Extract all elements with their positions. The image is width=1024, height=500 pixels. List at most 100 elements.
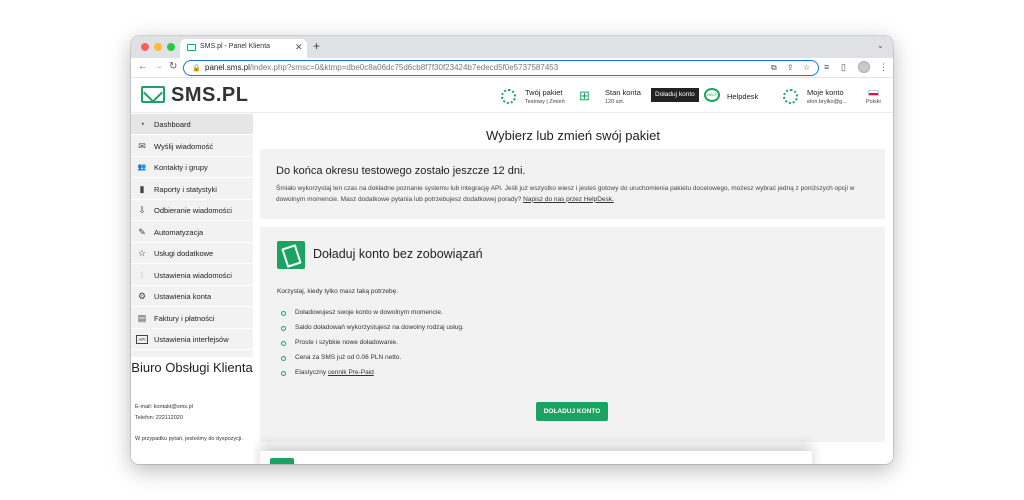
sidebar-item-label: Faktury i płatności: [154, 313, 215, 323]
site-logo[interactable]: SMS.PL: [171, 84, 248, 107]
api-icon: API: [136, 335, 148, 344]
sidebar-item-message-settings[interactable]: ⫶ Ustawienia wiadomości: [131, 265, 253, 286]
sidebar-item-send[interactable]: ✉ Wyślij wiadomość: [131, 136, 253, 157]
feature-item: Proste i szybkie nowe doładowanie.: [295, 339, 398, 346]
customer-service-box: Biuro Obsługi Klienta E-mail: kontakt@sm…: [131, 357, 253, 464]
stage: SMS.pl - Panel Klienta ✕ + ⌄ ← → ↻ 🔒 pan…: [0, 0, 1024, 500]
url-host: panel.sms.pl: [205, 63, 250, 72]
translate-icon[interactable]: ⧉: [771, 63, 777, 73]
url-text: panel.sms.pl/index.php?smsc=0&ktmp=dbe0c…: [205, 63, 558, 72]
envelope-logo-icon: [141, 86, 165, 103]
reload-icon[interactable]: ↻: [169, 61, 177, 72]
gauge-icon: ◔: [139, 119, 145, 129]
site-header: SMS.PL Twój pakiet Testowy | Zmień ⊞ Sta…: [131, 79, 893, 113]
card-lead: Korzystaj, kiedy tylko masz taką potrzeb…: [277, 288, 399, 295]
sidebar-item-label: Ustawienia interfejsów: [154, 335, 229, 344]
trial-title: Do końca okresu testowego zostało jeszcz…: [276, 165, 526, 177]
new-tab-icon[interactable]: +: [313, 39, 320, 53]
package-label: Twój pakiet: [525, 88, 563, 97]
share-icon[interactable]: ⇪: [787, 63, 794, 72]
topup-account-button[interactable]: DOŁADUJ KONTO: [536, 402, 608, 421]
card-title: Doładuj konto bez zobowiązań: [313, 247, 483, 261]
sidebar-item-extra-services[interactable]: ☆ Usługi dodatkowe: [131, 243, 253, 264]
maximize-window-button[interactable]: [167, 43, 175, 51]
sidebar-item-label: Kontakty i grupy: [154, 163, 208, 172]
envelope-favicon-icon: [187, 44, 196, 51]
download-icon: ⇩: [138, 205, 146, 215]
browser-tab[interactable]: SMS.pl - Panel Klienta ✕: [180, 39, 307, 58]
topup-card: Doładuj konto bez zobowiązań Korzystaj, …: [260, 227, 885, 442]
bookmark-star-icon[interactable]: ☆: [803, 63, 810, 72]
forward-arrow-icon[interactable]: →: [153, 61, 163, 72]
bullet-icon: [281, 311, 286, 316]
back-arrow-icon[interactable]: ←: [138, 61, 148, 72]
url-path: /index.php?smsc=0&ktmp=dbe0c8a06dc75d6cb…: [249, 63, 559, 72]
sidebar-item-label: Dashboard: [154, 120, 191, 129]
page-title: Wybierz lub zmień swój pakiet: [485, 128, 660, 143]
package-sub: Testowy | Zmień: [525, 99, 565, 105]
wallet-icon: [277, 241, 305, 269]
side-panel-icon[interactable]: ▯: [841, 62, 846, 73]
helpdesk-contact-link[interactable]: Napisz do nas przez HelpDesk.: [523, 196, 614, 203]
sidebar-item-label: Raporty i statystyki: [154, 184, 217, 194]
sidebar-item-account-settings[interactable]: ⚙ Ustawienia konta: [131, 286, 253, 307]
trial-notice: Do końca okresu testowego zostało jeszcz…: [260, 149, 885, 219]
language-label[interactable]: Polski: [866, 99, 881, 105]
browser-toolbar: ← → ↻ 🔒 panel.sms.pl/index.php?smsc=0&kt…: [131, 58, 893, 78]
customer-service-note: W przypadku pytań, jesteśmy do dyspozycj…: [135, 436, 243, 442]
bullet-icon: [281, 341, 286, 346]
chevron-down-icon[interactable]: ⌄: [877, 41, 884, 50]
close-window-button[interactable]: [141, 43, 149, 51]
bar-chart-icon: ▮: [139, 183, 145, 194]
lock-icon: 🔒: [192, 65, 201, 72]
sidebar-item-dashboard[interactable]: ◔ Dashboard: [131, 114, 253, 135]
package-menu[interactable]: Twój pakiet Testowy | Zmień: [501, 79, 571, 113]
sidebar-item-contacts[interactable]: 👥 Kontakty i grupy: [131, 157, 253, 178]
sidebar-item-automation[interactable]: ✎ Automatyzacja: [131, 222, 253, 243]
money-icon: ⊞: [579, 88, 590, 103]
feature-item: Elastyczny cennik Pre-Paid: [295, 369, 374, 376]
sidebar: ◔ Dashboard ✉ Wyślij wiadomość 👥 Kontakt…: [131, 114, 253, 464]
sidebar-item-receiving[interactable]: ⇩ Odbieranie wiadomości: [131, 200, 253, 221]
poland-flag-icon[interactable]: [868, 90, 879, 96]
account-menu[interactable]: Moje konto elon.brylko@g...: [783, 79, 855, 113]
next-card-icon: [270, 458, 294, 464]
more-menu-icon[interactable]: ⋮: [879, 62, 888, 73]
feature-item: Saldo doładowań wykorzystujesz na dowoln…: [295, 324, 464, 331]
sidebar-item-label: Ustawienia konta: [154, 292, 212, 301]
tab-title: SMS.pl - Panel Klienta: [200, 43, 271, 50]
tab-close-icon[interactable]: ✕: [295, 42, 303, 53]
bullet-icon: [281, 371, 286, 376]
minimize-window-button[interactable]: [154, 43, 162, 51]
bullet-icon: [281, 326, 286, 331]
next-card: [260, 451, 812, 464]
helpdesk-link[interactable]: Helpdesk: [727, 92, 758, 101]
envelope-icon: ✉: [138, 140, 146, 151]
sidebar-item-label: Ustawienia wiadomości: [154, 270, 232, 280]
sidebar-item-interfaces[interactable]: API Ustawienia interfejsów: [131, 329, 253, 350]
customer-service-phone: Telefon: 222112020: [135, 415, 183, 421]
star-icon: ☆: [137, 248, 147, 258]
reading-list-icon[interactable]: ≡: [824, 62, 829, 72]
account-gear-icon: [783, 89, 798, 104]
balance-sub: 120 szt.: [605, 99, 625, 105]
header-topup-button[interactable]: Doładuj konto: [651, 88, 699, 102]
sidebar-item-label: Odbieranie wiadomości: [154, 206, 232, 215]
prepaid-pricing-link[interactable]: cennik Pre-Paid: [328, 369, 374, 376]
package-gear-icon: [501, 89, 516, 104]
help-bubble-icon: HELP: [704, 88, 720, 102]
balance-menu[interactable]: ⊞ Stan konta 120 szt.: [579, 79, 645, 113]
invoice-icon: ▤: [137, 312, 147, 323]
trial-text: Śmiało wykorzystaj ten czas na dokładne …: [276, 184, 876, 205]
sidebar-item-invoices[interactable]: ▤ Faktury i płatności: [131, 308, 253, 329]
customer-service-email: E-mail: kontakt@sms.pl: [135, 404, 193, 410]
balance-label: Stan konta: [605, 88, 641, 97]
profile-avatar[interactable]: [858, 61, 870, 73]
gear-icon: ⚙: [137, 291, 147, 301]
sliders-icon: ⫶: [140, 269, 144, 280]
browser-window: SMS.pl - Panel Klienta ✕ + ⌄ ← → ↻ 🔒 pan…: [131, 36, 893, 464]
address-bar[interactable]: 🔒 panel.sms.pl/index.php?smsc=0&ktmp=dbe…: [183, 60, 819, 76]
account-label: Moje konto: [807, 88, 844, 97]
customer-service-title: Biuro Obsługi Klienta: [131, 360, 253, 375]
sidebar-item-reports[interactable]: ▮ Raporty i statystyki: [131, 179, 253, 200]
